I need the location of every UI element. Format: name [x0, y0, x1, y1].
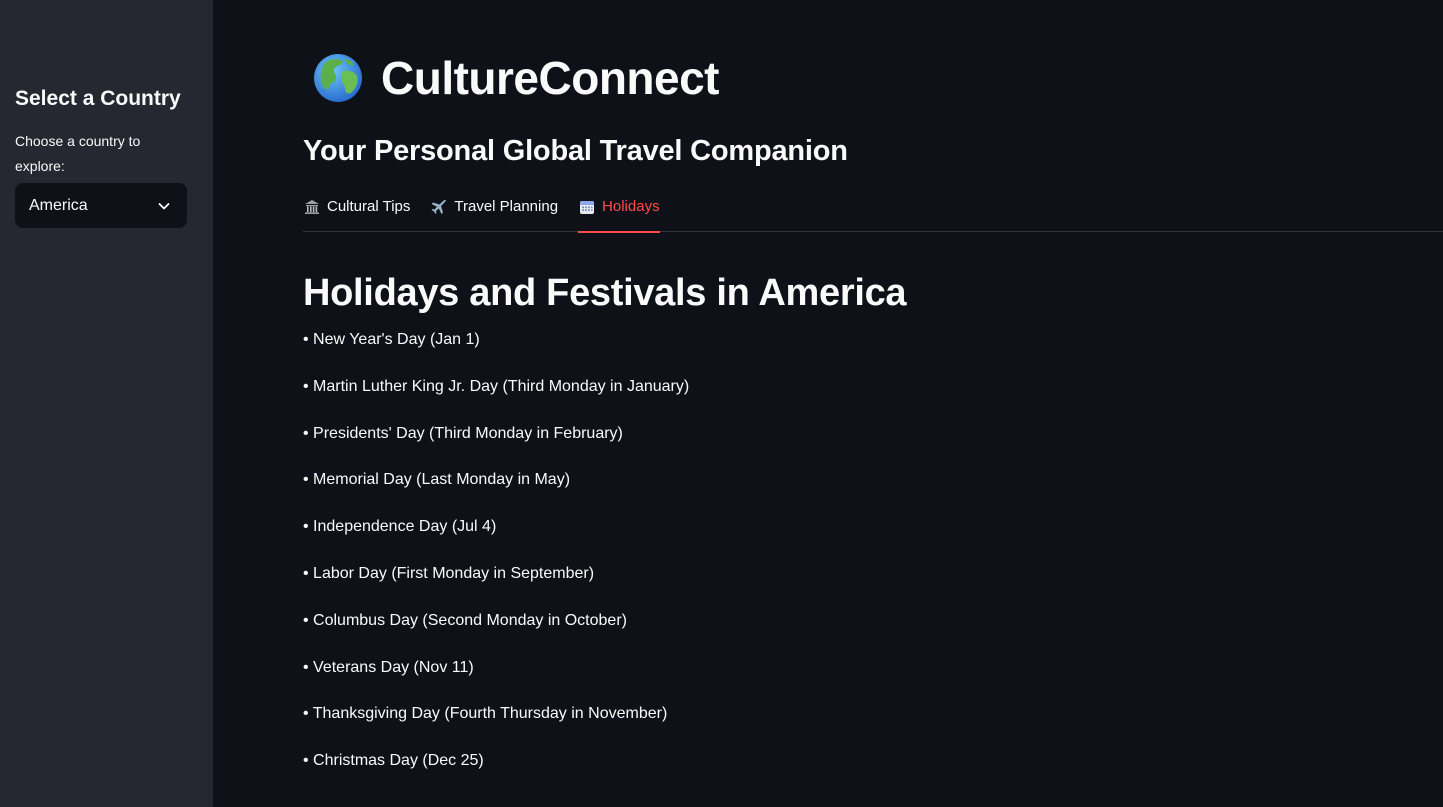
list-item: • Independence Day (Jul 4) — [303, 518, 497, 536]
app-title: CultureConnect — [381, 52, 720, 104]
chevron-down-icon — [157, 199, 171, 213]
tab-label: Travel Planning — [454, 198, 559, 215]
tab-label: Holidays — [602, 198, 660, 215]
list-item: • Thanksgiving Day (Fourth Thursday in N… — [303, 705, 668, 723]
main-area: CultureConnect Your Personal Global Trav… — [213, 0, 1443, 807]
classical-building-icon — [303, 198, 321, 216]
country-select[interactable]: America — [15, 183, 187, 229]
list-item: • Veterans Day (Nov 11) — [303, 658, 474, 676]
tab-cultural-tips[interactable]: Cultural Tips — [303, 194, 410, 231]
tab-label: Cultural Tips — [327, 198, 411, 215]
country-select-label: Choose a country to explore: — [15, 133, 141, 175]
list-item: • Memorial Day (Last Monday in May) — [303, 471, 571, 489]
app-subtitle: Your Personal Global Travel Companion — [303, 135, 848, 167]
holidays-heading: Holidays and Festivals in America — [303, 272, 907, 314]
sidebar-title: Select a Country — [15, 87, 181, 110]
airplane-icon — [430, 198, 448, 216]
tab-bar: Cultural Tips Travel Planning Holidays — [303, 194, 1443, 233]
list-item: • New Year's Day (Jan 1) — [303, 331, 480, 348]
list-item: • Labor Day (First Monday in September) — [303, 564, 595, 582]
list-item: • Martin Luther King Jr. Day (Third Mond… — [303, 377, 690, 395]
tab-holidays[interactable]: Holidays — [578, 194, 660, 233]
tab-travel-planning[interactable]: Travel Planning — [430, 194, 558, 231]
sidebar: Select a Country Choose a country to exp… — [0, 0, 213, 807]
list-item: • Presidents' Day (Third Monday in Febru… — [303, 424, 623, 442]
calendar-icon — [578, 198, 596, 216]
globe-icon — [312, 52, 364, 104]
country-select-value: America — [29, 196, 88, 214]
page-header: CultureConnect — [312, 39, 1443, 117]
app-root: Select a Country Choose a country to exp… — [0, 0, 1443, 807]
list-item: • Columbus Day (Second Monday in October… — [303, 611, 627, 629]
main-content: CultureConnect Your Personal Global Trav… — [303, 0, 1443, 797]
holiday-list: • New Year's Day (Jan 1) • Martin Luther… — [303, 329, 1443, 797]
list-item: • Christmas Day (Dec 25) — [303, 752, 484, 770]
